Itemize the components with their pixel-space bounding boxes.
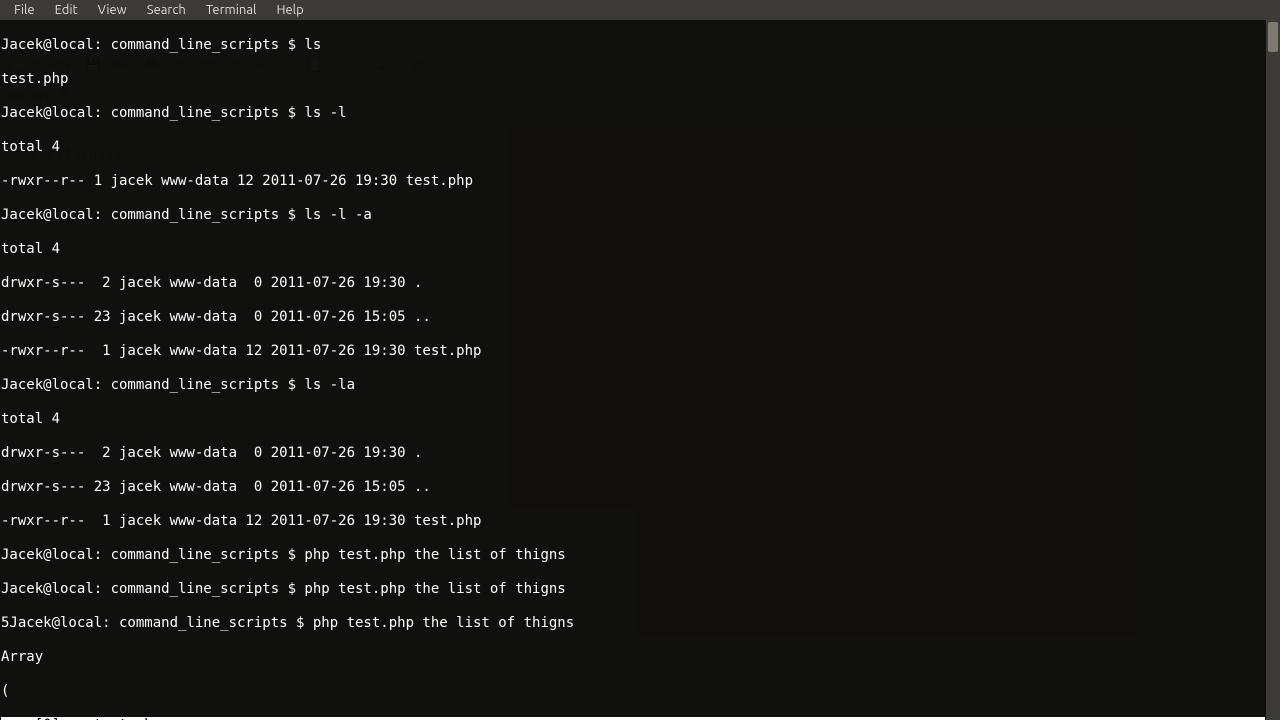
terminal-line: drwxr-s--- 23 jacek www-data 0 2011-07-2… (1, 479, 1265, 496)
terminal-line: Jacek@local: command_line_scripts $ ls (1, 37, 1265, 54)
menu-help[interactable]: Help (266, 0, 313, 20)
terminal-line: total 4 (1, 241, 1265, 258)
terminal-line: Jacek@local: command_line_scripts $ ls -… (1, 377, 1265, 394)
terminal-line: total 4 (1, 411, 1265, 428)
menu-edit[interactable]: Edit (45, 0, 88, 20)
menu-view[interactable]: View (88, 0, 137, 20)
terminal-line: Jacek@local: command_line_scripts $ ls -… (1, 105, 1265, 122)
terminal-line: total 4 (1, 139, 1265, 156)
terminal-line: ( (1, 683, 1265, 700)
menu-search[interactable]: Search (137, 0, 196, 20)
terminal-line: -rwxr--r-- 1 jacek www-data 12 2011-07-2… (1, 343, 1265, 360)
scrollbar-thumb[interactable] (1268, 22, 1278, 52)
terminal-line: -rwxr--r-- 1 jacek www-data 12 2011-07-2… (1, 173, 1265, 190)
main-area: 📂 Open ▾ 💾 Save 🖶 ↶ Undo ↷ ✂ ⎘ 📋 🔍 🔍✎ te… (0, 20, 1280, 720)
terminal-line: -rwxr--r-- 1 jacek www-data 12 2011-07-2… (1, 513, 1265, 530)
menubar: File Edit View Search Terminal Help (0, 0, 1280, 20)
menu-file[interactable]: File (4, 0, 45, 20)
terminal-line: Array (1, 649, 1265, 666)
terminal-line: drwxr-s--- 23 jacek www-data 0 2011-07-2… (1, 309, 1265, 326)
menu-terminal[interactable]: Terminal (196, 0, 267, 20)
terminal-line: Jacek@local: command_line_scripts $ php … (1, 581, 1265, 598)
terminal-line: 5Jacek@local: command_line_scripts $ php… (1, 615, 1265, 632)
terminal-line: test.php (1, 71, 1265, 88)
terminal-line: Jacek@local: command_line_scripts $ php … (1, 547, 1265, 564)
terminal-line: drwxr-s--- 2 jacek www-data 0 2011-07-26… (1, 445, 1265, 462)
terminal-line: Jacek@local: command_line_scripts $ ls -… (1, 207, 1265, 224)
terminal[interactable]: Jacek@local: command_line_scripts $ ls t… (0, 20, 1266, 720)
vertical-scrollbar[interactable]: ▾ (1266, 20, 1280, 720)
terminal-line: drwxr-s--- 2 jacek www-data 0 2011-07-26… (1, 275, 1265, 292)
